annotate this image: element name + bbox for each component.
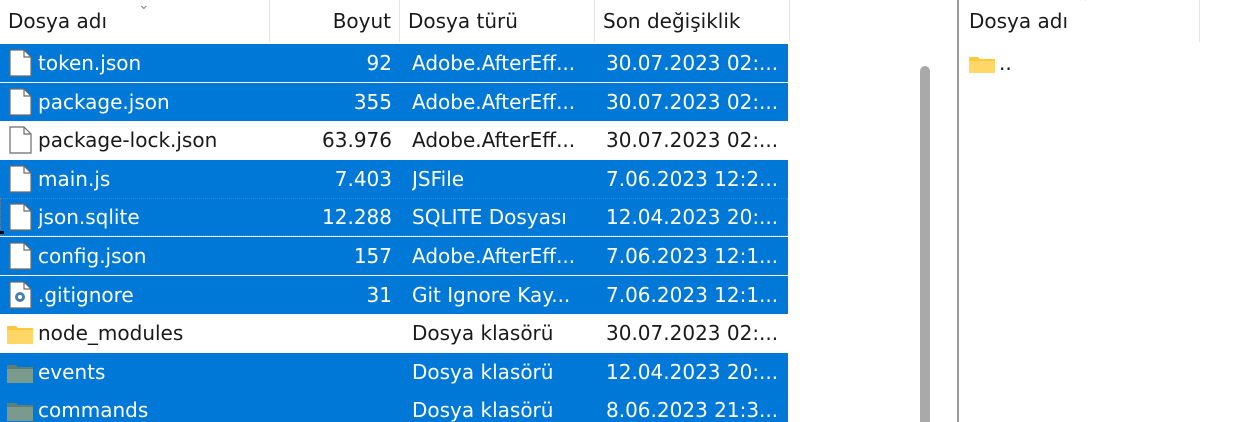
file-row[interactable]: token.json 92 Adobe.AfterEff... 30.07.2023 … (0, 44, 788, 82)
file-row[interactable]: package.json 355 Adobe.AfterEff... 30.07.20… (0, 82, 788, 121)
remote-file-list[interactable]: Dosya adı ⌃ .. (959, 0, 1236, 422)
file-size: 7.403 (334, 166, 392, 191)
file-row[interactable]: package-lock.json 63.976 Adobe.AfterEff...… (0, 121, 788, 159)
file-size: 12.288 (322, 205, 392, 230)
column-header-type[interactable]: Dosya türü (400, 0, 595, 42)
file-name: events (38, 359, 106, 384)
file-name: node_modules (38, 321, 184, 346)
file-row[interactable]: json.sqlite 12.288 SQLITE Dosyası 12.04.202… (0, 198, 788, 237)
folder-icon (7, 364, 33, 383)
local-file-list[interactable]: Dosya adı ⌄ Boyut Dosya türü Son değişik… (0, 0, 790, 422)
file-name: .gitignore (38, 282, 134, 307)
column-header-modified[interactable]: Son değişiklik (595, 0, 790, 42)
file-type: Dosya klasörü (412, 359, 554, 384)
file-type: Dosya klasörü (412, 321, 554, 346)
vertical-scrollbar-thumb[interactable] (920, 66, 930, 422)
file-name: package.json (38, 89, 170, 114)
folder-icon (969, 57, 995, 73)
file-modified: 30.07.2023 02:... (606, 51, 779, 75)
file-modified: 30.07.2023 02:... (606, 321, 779, 346)
file-modified: 7.06.2023 12:2... (606, 166, 779, 191)
file-name: commands (38, 398, 149, 422)
file-size (270, 353, 392, 391)
file-modified: 12.04.2023 20:... (606, 205, 779, 230)
file-modified: 8.06.2023 21:3... (606, 398, 779, 422)
file-modified: 30.07.2023 02:... (606, 89, 779, 114)
file-size (270, 391, 392, 422)
file-row[interactable]: commands Dosya klasörü 8.06.2023 21:3... (0, 391, 788, 422)
file-icon (9, 242, 32, 270)
remote-parent-directory-row[interactable]: .. (959, 44, 1199, 82)
file-icon (9, 203, 32, 231)
file-name: package-lock.json (38, 128, 218, 153)
file-type: Adobe.AfterEff... (412, 89, 576, 114)
column-header-size[interactable]: Boyut (270, 0, 400, 42)
file-size: 63.976 (322, 128, 392, 153)
file-name: json.sqlite (38, 205, 140, 230)
file-modified: 30.07.2023 02:... (606, 128, 779, 153)
file-type: Git Ignore Kay... (412, 282, 571, 307)
file-icon (9, 87, 32, 116)
file-name: config.json (38, 244, 147, 268)
folder-icon (7, 403, 33, 422)
file-icon (9, 49, 32, 77)
file-size: 157 (353, 244, 392, 268)
cursor-marker (0, 231, 4, 234)
file-size (270, 314, 392, 352)
file-row[interactable]: main.js 7.403 JSFile 7.06.2023 12:2... (0, 159, 788, 198)
sort-descending-icon: ⌄ (138, 0, 150, 13)
file-type: Adobe.AfterEff... (412, 244, 576, 268)
file-icon (9, 165, 32, 193)
file-type: Adobe.AfterEff... (412, 51, 576, 75)
file-type: Adobe.AfterEff... (412, 128, 576, 153)
file-modified: 7.06.2023 12:1... (606, 244, 779, 268)
file-type: Dosya klasörü (412, 398, 554, 422)
folder-icon (7, 326, 33, 345)
gear-file-icon (9, 280, 32, 309)
file-icon (9, 126, 32, 154)
file-size: 92 (366, 51, 392, 75)
file-row[interactable]: config.json 157 Adobe.AfterEff... 7.06.2023… (0, 237, 788, 275)
file-name: main.js (38, 166, 111, 191)
file-size: 31 (366, 282, 392, 307)
file-type: JSFile (412, 166, 465, 191)
file-type: SQLITE Dosyası (412, 205, 567, 230)
file-size: 355 (353, 89, 392, 114)
sort-ascending-icon: ⌃ (1077, 0, 1089, 11)
file-name: token.json (38, 51, 142, 75)
column-header-name[interactable]: Dosya adı (0, 0, 270, 42)
file-modified: 7.06.2023 12:1... (606, 282, 779, 307)
file-row[interactable]: node_modules Dosya klasörü 30.07.2023 02:.… (0, 314, 788, 352)
file-modified: 12.04.2023 20:... (606, 359, 779, 384)
file-row[interactable]: events Dosya klasörü 12.04.2023 20:... (0, 352, 788, 391)
file-row[interactable]: .gitignore 31 Git Ignore Kay... 7.06.2023 1… (0, 275, 788, 314)
file-list-header: Dosya adı ⌄ Boyut Dosya türü Son değişik… (0, 0, 790, 42)
